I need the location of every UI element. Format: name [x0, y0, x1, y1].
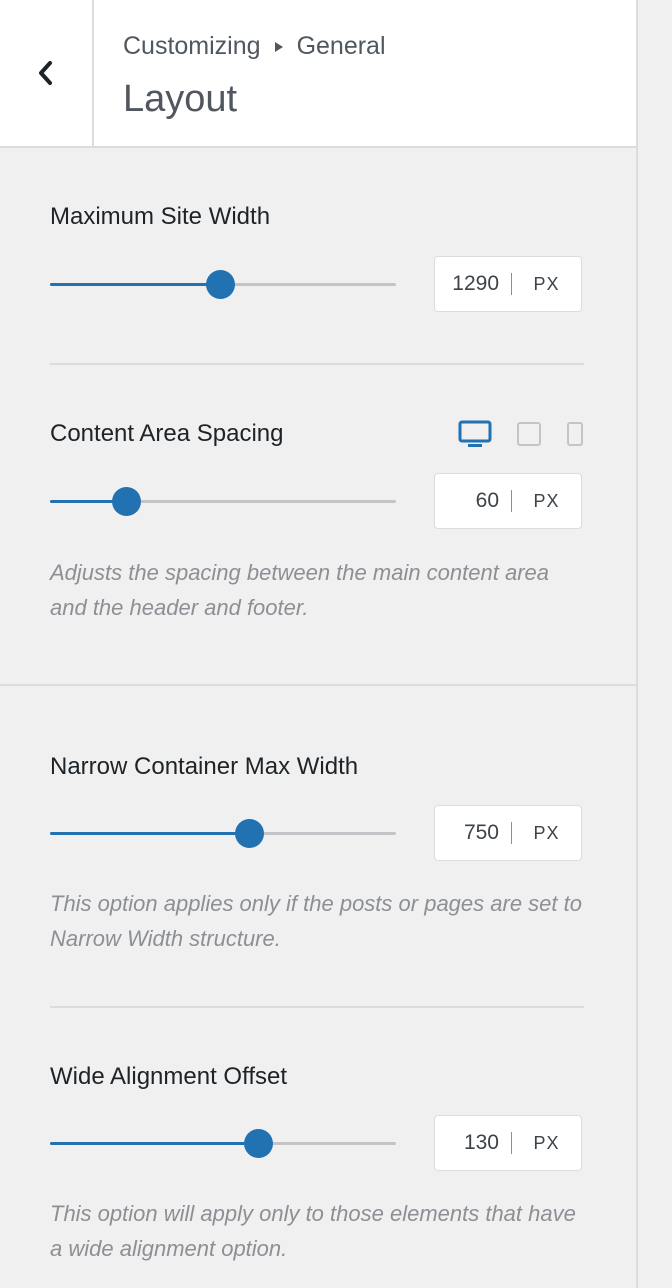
- content-spacing-slider-row: 60 PX: [50, 473, 584, 531]
- breadcrumb: Customizing General: [123, 32, 386, 61]
- breadcrumb-arrow-icon: [274, 41, 283, 52]
- max-site-width-slider-row: 1290 PX: [50, 256, 584, 314]
- narrow-width-control: Narrow Container Max Width 750 PX This o…: [50, 753, 584, 973]
- wide-offset-value[interactable]: 130: [435, 1131, 511, 1155]
- desktop-icon[interactable]: [458, 420, 492, 448]
- narrow-width-value[interactable]: 750: [435, 821, 511, 845]
- preview-area: [638, 0, 672, 1288]
- page-title: Layout: [123, 78, 238, 120]
- back-button[interactable]: [0, 0, 94, 146]
- section-divider: [50, 1006, 584, 1008]
- narrow-width-slider-row: 750 PX: [50, 805, 584, 863]
- content-spacing-control: Content Area Spacing 60 PX Adjusts the s…: [50, 420, 584, 640]
- max-site-width-slider[interactable]: [50, 270, 396, 299]
- content-spacing-input[interactable]: 60 PX: [434, 473, 582, 529]
- content-spacing-slider[interactable]: [50, 487, 396, 516]
- unit-label: PX: [533, 1132, 560, 1153]
- section-divider: [50, 363, 584, 365]
- customizer-panel: Customizing General Layout Maximum Site …: [0, 0, 636, 1288]
- slider-handle[interactable]: [234, 819, 264, 848]
- wide-offset-control: Wide Alignment Offset 130 PX This option…: [50, 1063, 584, 1283]
- panel-header: Customizing General Layout: [0, 0, 636, 148]
- unit-label: PX: [533, 490, 560, 511]
- narrow-width-label: Narrow Container Max Width: [50, 753, 359, 780]
- breadcrumb-current: General: [296, 32, 386, 60]
- breadcrumb-root: Customizing: [123, 32, 261, 60]
- slider-fill: [50, 1142, 258, 1145]
- content-spacing-value[interactable]: 60: [435, 489, 511, 513]
- max-site-width-label: Maximum Site Width: [50, 203, 271, 230]
- wide-offset-slider[interactable]: [50, 1129, 396, 1158]
- narrow-width-description: This option applies only if the posts or…: [50, 891, 582, 951]
- slider-fill: [50, 832, 249, 835]
- slider-handle[interactable]: [205, 270, 235, 299]
- slider-handle[interactable]: [243, 1129, 273, 1158]
- tablet-icon[interactable]: [516, 421, 542, 447]
- section-divider-full: [0, 684, 636, 686]
- wide-offset-label: Wide Alignment Offset: [50, 1063, 287, 1090]
- chevron-left-icon: [39, 61, 52, 85]
- content-spacing-description: Adjusts the spacing between the main con…: [50, 560, 549, 620]
- device-switcher: [458, 420, 584, 448]
- wide-offset-input[interactable]: 130 PX: [434, 1115, 582, 1171]
- max-site-width-control: Maximum Site Width 1290 PX: [50, 203, 584, 323]
- max-site-width-value[interactable]: 1290: [435, 272, 511, 296]
- unit-label: PX: [533, 822, 560, 843]
- slider-handle[interactable]: [112, 487, 142, 516]
- slider-fill: [50, 283, 220, 286]
- narrow-width-input[interactable]: 750 PX: [434, 805, 582, 861]
- mobile-icon[interactable]: [566, 421, 584, 447]
- unit-label: PX: [533, 273, 560, 294]
- wide-offset-slider-row: 130 PX: [50, 1115, 584, 1173]
- max-site-width-input[interactable]: 1290 PX: [434, 256, 582, 312]
- narrow-width-slider[interactable]: [50, 819, 396, 848]
- wide-offset-description: This option will apply only to those ele…: [50, 1201, 576, 1261]
